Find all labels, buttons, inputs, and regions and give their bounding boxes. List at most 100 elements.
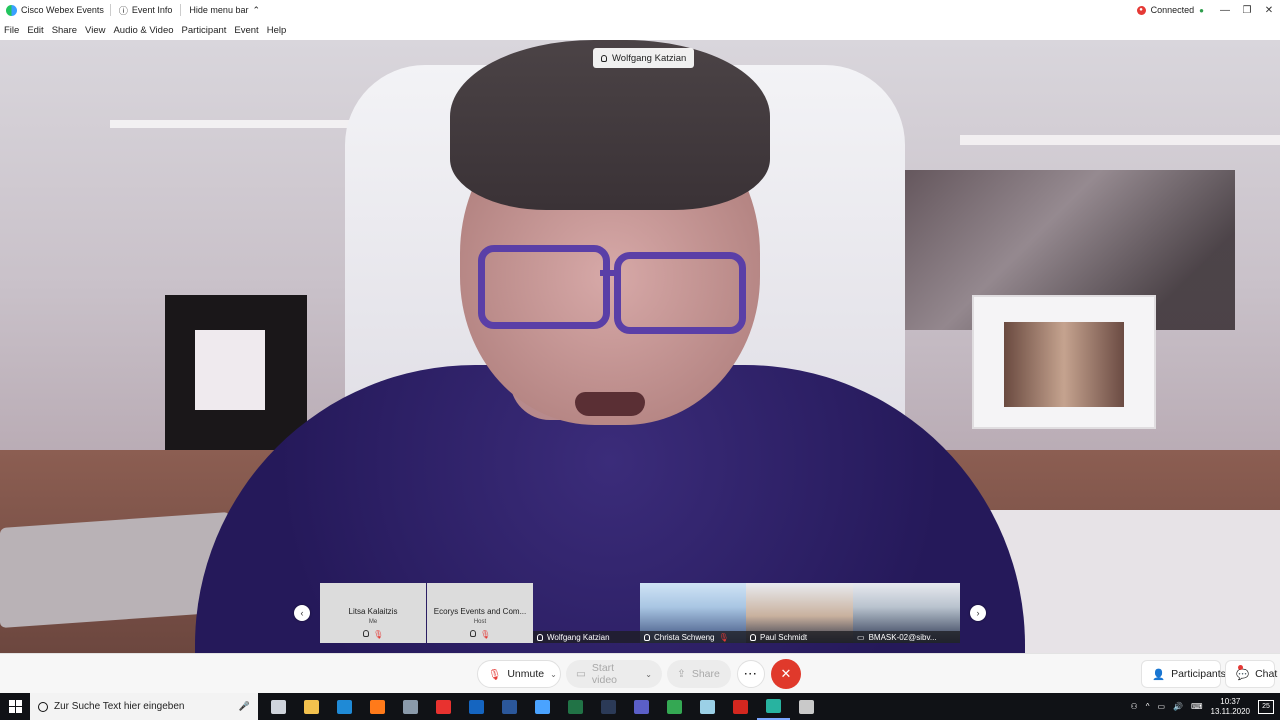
microphone-icon [644, 633, 650, 641]
microphone-icon[interactable]: 🎤 [239, 701, 250, 712]
event-info-button[interactable]: ⓘ Event Info [111, 4, 181, 17]
taskbar-app-chrome[interactable] [658, 693, 691, 720]
chat-label: Chat [1255, 668, 1278, 680]
microphone-icon [750, 633, 756, 641]
taskbar-app-file-explorer[interactable] [295, 693, 328, 720]
muted-microphone-icon: 🎙 [488, 668, 502, 681]
hide-menu-label: Hide menu bar [189, 5, 249, 15]
taskbar-app-acrobat[interactable] [724, 693, 757, 720]
taskbar-app-paint[interactable] [790, 693, 823, 720]
participant-tile-wolfgang[interactable]: Wolfgang Katzian [533, 583, 640, 643]
lightroom-icon [601, 699, 616, 714]
participant-name: Litsa Kalaitzis [348, 607, 398, 616]
keyboard-icon[interactable]: ⌨ [1191, 702, 1203, 711]
menu-participant[interactable]: Participant [178, 25, 231, 36]
clock-time: 10:37 [1220, 696, 1241, 706]
photo-frame [972, 295, 1156, 429]
menu-view[interactable]: View [81, 25, 109, 36]
chevron-down-icon[interactable]: ⌄ [645, 670, 652, 679]
taskbar-search[interactable]: Zur Suche Text hier eingeben 🎤 [30, 693, 258, 720]
video-icon: ▭ [576, 668, 586, 680]
taskbar-app-word[interactable] [493, 693, 526, 720]
taskbar-app-firefox[interactable] [361, 693, 394, 720]
start-video-button[interactable]: ▭ Start video ⌄ [566, 660, 662, 688]
person-icon: 👤 [1152, 668, 1166, 681]
filmstrip-prev-button[interactable]: ‹ [294, 605, 310, 621]
taskbar-app-edge[interactable] [328, 693, 361, 720]
connection-status[interactable]: ● Connected ● [1127, 5, 1214, 15]
taskbar-app-onedrive[interactable] [526, 693, 559, 720]
participant-name: Christa Schweng [654, 632, 715, 642]
connection-label: Connected [1150, 5, 1195, 15]
muted-icon: 🎙 [480, 630, 491, 639]
webex-icon [766, 698, 781, 713]
participant-name: Ecorys Events and Com... [433, 607, 527, 616]
participant-tile-bmask[interactable]: ▭ BMASK-02@sibv... [853, 583, 960, 643]
minimize-button[interactable]: — [1214, 5, 1236, 16]
volume-icon[interactable]: 🔊 [1173, 702, 1183, 711]
menu-file[interactable]: File [0, 25, 23, 36]
participant-role: Host [473, 619, 487, 625]
taskbar-app-webex[interactable] [757, 693, 790, 720]
taskbar-app-snipping[interactable] [394, 693, 427, 720]
participant-tile-host[interactable]: Ecorys Events and Com... Host 🎙 [427, 583, 533, 643]
menu-help[interactable]: Help [263, 25, 291, 36]
edge-icon [337, 699, 352, 714]
device-icon: ▭ [857, 632, 865, 642]
menu-share[interactable]: Share [48, 25, 81, 36]
chat-button[interactable]: 💬 Chat [1225, 660, 1278, 688]
taskbar-app-notes[interactable] [691, 693, 724, 720]
participant-tile-me[interactable]: Litsa Kalaitzis Me 🎙 [320, 583, 426, 643]
participant-status: 🎙 [427, 630, 533, 639]
clock-date: 13.11.2020 [1210, 706, 1250, 716]
participant-role: Me [368, 619, 378, 625]
menu-audio-video[interactable]: Audio & Video [109, 25, 177, 36]
taskbar-app-task-view[interactable] [262, 693, 295, 720]
pinned-apps [262, 693, 823, 720]
glasses-bridge [600, 270, 618, 276]
more-options-button[interactable]: ··· [737, 660, 765, 688]
chevron-left-icon: ‹ [300, 608, 304, 618]
taskbar-app-outlook[interactable] [460, 693, 493, 720]
participant-name-bar: Wolfgang Katzian [533, 631, 640, 643]
more-icon: ··· [744, 668, 758, 680]
taskbar-clock[interactable]: 10:37 13.11.2020 [1211, 697, 1250, 717]
menu-edit[interactable]: Edit [23, 25, 47, 36]
windows-logo-icon [8, 700, 22, 713]
search-icon [38, 701, 48, 712]
participant-status: 🎙 [320, 630, 426, 639]
audio-icon [469, 630, 476, 637]
taskbar-app-teams[interactable] [625, 693, 658, 720]
hide-menu-bar-button[interactable]: Hide menu bar ⌃ [181, 5, 268, 16]
participant-tile-paul[interactable]: Paul Schmidt [746, 583, 853, 643]
info-icon: ⓘ [118, 5, 128, 16]
microphone-icon [601, 54, 607, 62]
taskbar-app-excel[interactable] [559, 693, 592, 720]
app-title: Cisco Webex Events [0, 4, 110, 16]
unmute-button[interactable]: 🎙 Unmute ⌄ [477, 660, 561, 688]
onedrive-icon [535, 699, 550, 714]
word-icon [502, 699, 517, 714]
speaker-mouth [575, 392, 645, 416]
notification-center-icon[interactable]: 25 [1258, 699, 1274, 714]
menu-event[interactable]: Event [230, 25, 262, 36]
taskbar-app-opera[interactable] [427, 693, 460, 720]
people-icon[interactable]: ⚇ [1131, 702, 1138, 711]
restore-button[interactable]: ❐ [1236, 5, 1258, 16]
network-icon[interactable]: ▭ [1157, 702, 1165, 711]
share-button[interactable]: ⇪ Share [667, 660, 731, 688]
shelf [960, 135, 1280, 145]
filmstrip-next-button[interactable]: › [970, 605, 986, 621]
start-button[interactable] [0, 693, 30, 720]
chevron-down-icon[interactable]: ⌄ [550, 670, 557, 679]
share-icon: ⇪ [677, 668, 686, 680]
close-window-button[interactable]: ✕ [1258, 5, 1280, 16]
participant-tile-christa[interactable]: Christa Schweng 🎙 [640, 583, 746, 643]
shelf [110, 120, 370, 128]
chevron-up-icon[interactable]: ^ [1146, 702, 1150, 711]
taskbar-app-lightroom[interactable] [592, 693, 625, 720]
notes-icon [700, 699, 715, 714]
leave-meeting-button[interactable]: ✕ [771, 659, 801, 689]
participant-name-bar: ▭ BMASK-02@sibv... [853, 631, 960, 643]
participants-button[interactable]: 👤 Participants [1141, 660, 1226, 688]
